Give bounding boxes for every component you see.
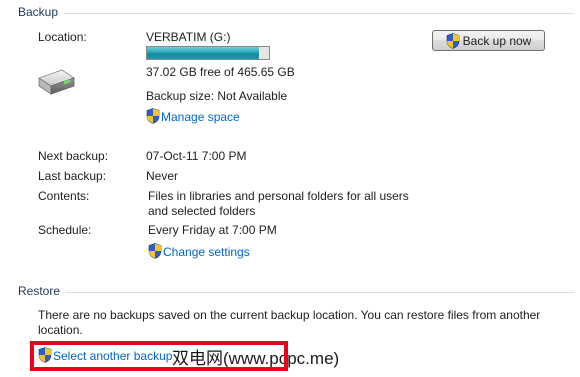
uac-shield-icon xyxy=(146,108,160,124)
restore-section-divider xyxy=(66,292,574,293)
restore-message-line2: location. xyxy=(38,323,83,337)
last-backup-value: Never xyxy=(146,169,179,183)
highlight-box xyxy=(30,341,288,371)
backup-section-divider xyxy=(64,13,574,14)
drive-name: VERBATIM (G:) xyxy=(146,30,231,44)
change-settings-label: Change settings xyxy=(163,245,250,259)
manage-space-link[interactable]: Manage space xyxy=(146,108,240,124)
last-backup-label: Last backup: xyxy=(38,169,107,183)
location-label: Location: xyxy=(38,30,87,44)
contents-label: Contents: xyxy=(38,189,90,203)
next-backup-value: 07-Oct-11 7:00 PM xyxy=(146,149,247,163)
free-space-text: 37.02 GB free of 465.65 GB xyxy=(146,65,295,79)
next-backup-label: Next backup: xyxy=(38,149,109,163)
hard-drive-icon xyxy=(36,66,76,103)
manage-space-label: Manage space xyxy=(161,110,240,124)
backup-section-title: Backup xyxy=(18,5,59,19)
back-up-now-label: Back up now xyxy=(462,33,532,48)
uac-shield-icon xyxy=(148,243,162,259)
restore-section-title: Restore xyxy=(18,284,61,298)
contents-value-line2: and selected folders xyxy=(148,204,256,218)
drive-usage-bar xyxy=(146,46,270,60)
restore-message-line1: There are no backups saved on the curren… xyxy=(38,308,541,322)
schedule-value: Every Friday at 7:00 PM xyxy=(148,223,277,237)
uac-shield-icon xyxy=(446,32,459,49)
change-settings-link[interactable]: Change settings xyxy=(148,243,250,259)
backup-size-text: Backup size: Not Available xyxy=(146,89,288,103)
contents-value-line1: Files in libraries and personal folders … xyxy=(148,189,409,203)
drive-usage-fill xyxy=(147,47,260,59)
schedule-label: Schedule: xyxy=(38,223,92,237)
back-up-now-button[interactable]: Back up now xyxy=(432,30,545,51)
